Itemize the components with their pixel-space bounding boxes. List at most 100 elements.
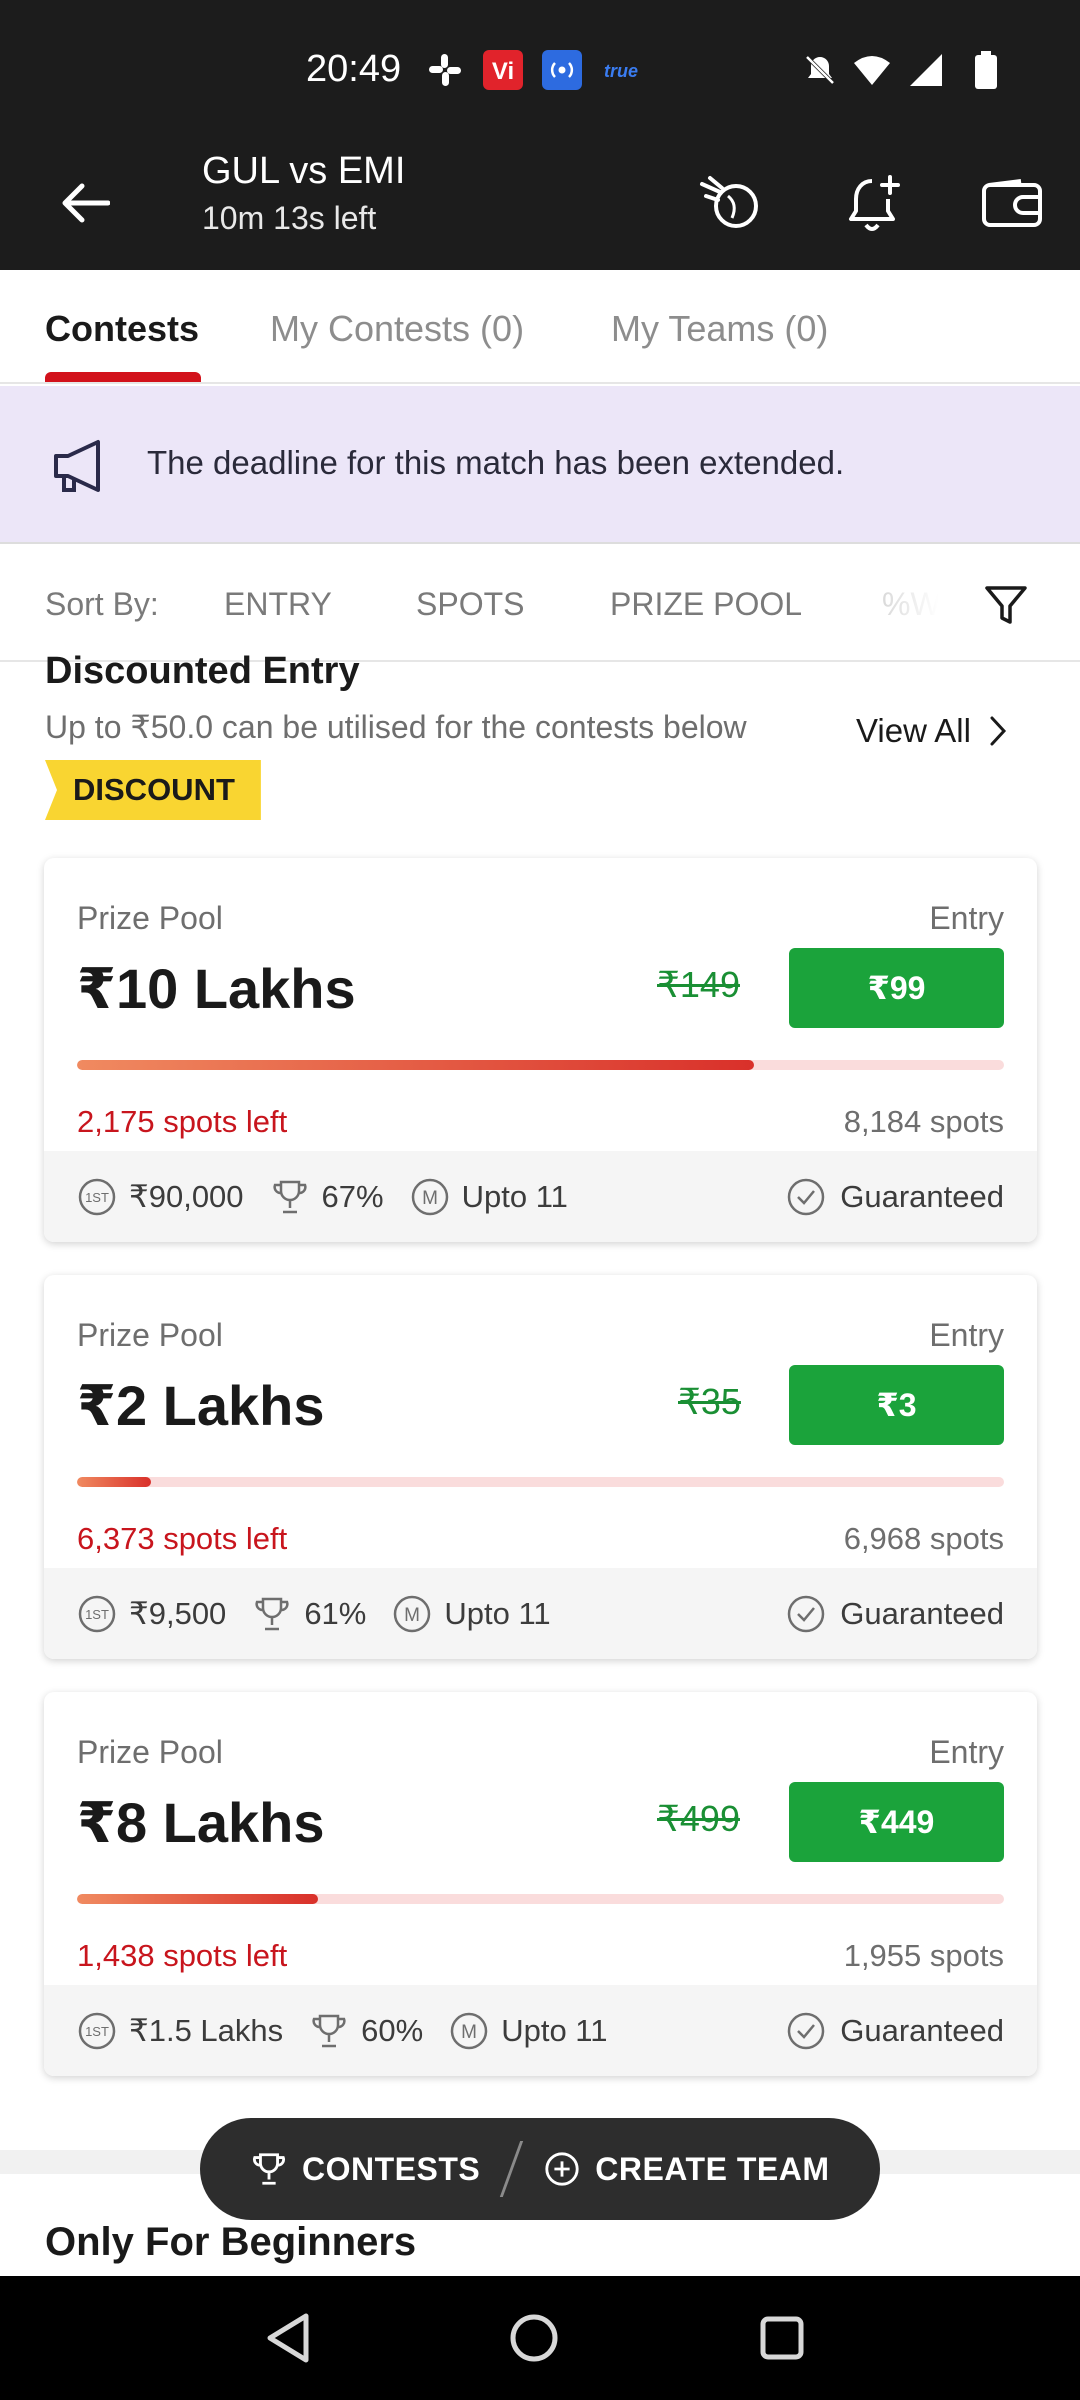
prize-pool-label: Prize Pool — [77, 1317, 223, 1353]
wallet-icon[interactable] — [972, 164, 1052, 244]
wifi-icon — [852, 50, 892, 90]
chevron-right-icon — [990, 716, 1006, 746]
tab-my-teams[interactable]: My Teams (0) — [611, 308, 828, 350]
first-place-icon: 1ST — [78, 2012, 116, 2049]
back-arrow-icon[interactable] — [50, 168, 120, 238]
svg-text:1ST: 1ST — [85, 1190, 109, 1205]
megaphone-icon — [50, 438, 110, 494]
tab-my-contests[interactable]: My Contests (0) — [270, 308, 524, 350]
max-teams-value: Upto 11 — [501, 2012, 608, 2048]
deadline-banner: The deadline for this match has been ext… — [0, 386, 1080, 544]
entry-label: Entry — [929, 900, 1004, 936]
back-triangle-icon[interactable] — [248, 2298, 328, 2378]
true-text: true — [604, 61, 638, 81]
max-teams: M Upto 11 — [392, 1594, 551, 1634]
sort-prize-pool[interactable]: PRIZE POOL — [610, 586, 802, 623]
first-prize: 1ST ₹90,000 — [77, 1177, 244, 1217]
create-team-button[interactable]: CREATE TEAM — [543, 2150, 829, 2188]
guaranteed-label: Guaranteed — [840, 2012, 1004, 2048]
tab-bar: Contests My Contests (0) My Teams (0) — [0, 270, 1080, 384]
contest-footer: 1ST ₹1.5 Lakhs 60% M Upto 11 Guaranteed — [44, 1985, 1037, 2076]
floating-action-bar: CONTESTS CREATE TEAM — [200, 2118, 880, 2220]
guru-ball-icon[interactable] — [690, 164, 770, 244]
status-bar: 20:49 Vi true — [0, 0, 1080, 140]
sort-entry[interactable]: ENTRY — [224, 586, 332, 623]
slack-icon — [425, 50, 465, 90]
trophy-icon — [312, 2014, 346, 2047]
max-teams: M Upto 11 — [449, 2011, 607, 2051]
first-prize-value: ₹9,500 — [129, 1595, 227, 1631]
max-teams: M Upto 11 — [410, 1177, 568, 1217]
prize-amount: ₹10 Lakhs — [77, 957, 356, 1020]
svg-text:M: M — [404, 1605, 420, 1626]
match-title: GUL vs EMI — [202, 150, 406, 192]
trophy-icon — [255, 1597, 289, 1630]
add-reminder-bell-icon[interactable] — [836, 164, 916, 244]
original-entry-fee: ₹149 — [657, 964, 740, 1005]
multi-entry-icon: M — [394, 1595, 431, 1632]
banner-text: The deadline for this match has been ext… — [147, 444, 845, 481]
match-header: GUL vs EMI 10m 13s left — [0, 140, 1080, 270]
multi-entry-icon: M — [450, 2012, 488, 2049]
winners-percent-value: 61% — [304, 1595, 367, 1631]
first-prize: 1ST ₹1.5 Lakhs — [77, 2011, 283, 2051]
svg-text:1ST: 1ST — [85, 2024, 109, 2039]
time-left: 10m 13s left — [202, 200, 377, 236]
original-entry-fee: ₹35 — [678, 1381, 741, 1422]
contest-card[interactable]: Prize Pool Entry ₹10 Lakhs ₹149 ₹99 2,17… — [44, 858, 1037, 1242]
entry-label: Entry — [929, 1317, 1004, 1353]
filter-icon[interactable] — [976, 576, 1036, 636]
svg-text:M: M — [422, 1188, 438, 1209]
spots-left: 6,373 spots left — [77, 1521, 288, 1556]
contests-button[interactable]: CONTESTS — [250, 2150, 480, 2188]
contests-button-label: CONTESTS — [302, 2150, 481, 2187]
home-circle-icon[interactable] — [494, 2298, 574, 2378]
contest-card[interactable]: Prize Pool Entry ₹8 Lakhs ₹499 ₹449 1,43… — [44, 1692, 1037, 2076]
svg-text:M: M — [461, 2022, 477, 2043]
pill-divider — [500, 2141, 524, 2197]
broadcast-icon — [542, 50, 582, 90]
contest-card[interactable]: Prize Pool Entry ₹2 Lakhs ₹35 ₹3 6,373 s… — [44, 1275, 1037, 1659]
spots-left: 1,438 spots left — [77, 1938, 288, 1973]
plus-circle-icon — [545, 2152, 579, 2186]
vi-app-icon: Vi — [483, 50, 523, 90]
max-teams-value: Upto 11 — [461, 1178, 568, 1214]
total-spots: 1,955 spots — [843, 1938, 1004, 1973]
sort-bar: Sort By: ENTRY SPOTS PRIZE POOL %W — [0, 546, 1080, 662]
winners-percent-value: 67% — [321, 1178, 384, 1214]
spots-progress-bar — [77, 1477, 1004, 1487]
create-team-button-label: CREATE TEAM — [595, 2150, 830, 2187]
prize-pool-label: Prize Pool — [77, 900, 223, 936]
max-teams-value: Upto 11 — [444, 1595, 551, 1631]
join-entry-button[interactable]: ₹449 — [789, 1782, 1004, 1862]
spots-left: 2,175 spots left — [77, 1104, 288, 1139]
join-entry-button[interactable]: ₹99 — [789, 948, 1004, 1028]
section-title: Discounted Entry — [45, 650, 360, 692]
true-icon: true — [602, 50, 652, 90]
winners-percent: 61% — [252, 1594, 366, 1634]
join-entry-button[interactable]: ₹3 — [789, 1365, 1004, 1445]
check-circle-icon — [788, 2012, 825, 2049]
guaranteed-label: Guaranteed — [840, 1595, 1004, 1631]
trophy-icon — [272, 1180, 307, 1213]
total-spots: 8,184 spots — [843, 1104, 1004, 1139]
view-all-link[interactable]: View All — [856, 712, 1007, 750]
guaranteed-badge: Guaranteed — [786, 2011, 1004, 2051]
sort-label: Sort By: — [45, 586, 159, 622]
guaranteed-badge: Guaranteed — [786, 1177, 1004, 1217]
contest-footer: 1ST ₹90,000 67% M Upto 11 Guaranteed — [44, 1151, 1037, 1242]
beginners-section-title: Only For Beginners — [45, 2220, 417, 2264]
multi-entry-icon: M — [411, 1178, 448, 1215]
battery-icon — [966, 50, 1006, 90]
spots-progress-bar — [77, 1894, 1004, 1904]
first-prize: 1ST ₹9,500 — [77, 1594, 226, 1634]
discount-tag: DISCOUNT — [45, 760, 261, 820]
spots-progress-fill — [77, 1477, 152, 1487]
tab-contests[interactable]: Contests — [45, 308, 199, 350]
first-prize-value: ₹1.5 Lakhs — [129, 2012, 284, 2048]
check-circle-icon — [788, 1595, 825, 1632]
recents-square-icon[interactable] — [742, 2298, 822, 2378]
signal-icon — [906, 50, 946, 90]
trophy-icon — [253, 2153, 285, 2185]
sort-spots[interactable]: SPOTS — [416, 586, 524, 623]
